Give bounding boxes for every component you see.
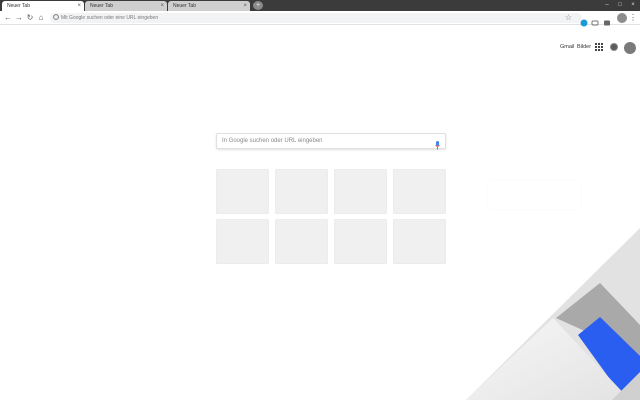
browser-window: Neuer Tab × Neuer Tab × Neuer Tab × + – … [0, 0, 640, 400]
extension-blue-icon[interactable] [580, 14, 588, 27]
background-card [488, 181, 580, 209]
address-bar-placeholder: Mit Google suchen oder eine URL eingeben [61, 15, 159, 21]
shortcut-tile[interactable] [334, 169, 387, 214]
extension-dark-icon[interactable] [603, 14, 611, 26]
shortcut-tiles [216, 169, 446, 264]
address-bar[interactable]: Mit Google suchen oder eine URL eingeben… [50, 13, 582, 23]
back-arrow-icon[interactable]: ← [3, 13, 13, 23]
shortcut-tile[interactable] [216, 219, 269, 264]
search-input[interactable]: In Google suchen oder URL eingeben [216, 133, 446, 150]
shortcut-tile[interactable] [216, 169, 269, 214]
tab-new-tab-2[interactable]: Neuer Tab × [85, 1, 167, 11]
minimize-button[interactable]: – [602, 1, 612, 10]
tab-label: Neuer Tab [90, 3, 113, 9]
tab-close-icon[interactable]: × [160, 3, 164, 9]
home-icon[interactable]: ⌂ [36, 13, 46, 23]
shortcut-tile[interactable] [275, 219, 328, 264]
close-window-button[interactable]: × [628, 1, 638, 10]
shortcut-tile[interactable] [275, 169, 328, 214]
gmail-link[interactable]: Gmail [560, 44, 574, 51]
forward-arrow-icon[interactable]: → [14, 13, 24, 23]
shortcut-tile[interactable] [334, 219, 387, 264]
tab-label: Neuer Tab [173, 3, 196, 9]
extension-grey-icon[interactable] [591, 14, 599, 26]
tab-new-tab-3[interactable]: Neuer Tab × [168, 1, 250, 11]
bookmark-star-icon[interactable]: ☆ [565, 13, 572, 23]
maximize-button[interactable]: □ [615, 1, 625, 10]
tab-strip: Neuer Tab × Neuer Tab × Neuer Tab × + – … [0, 0, 640, 11]
google-apps-icon[interactable] [595, 43, 603, 51]
notifications-icon[interactable] [610, 43, 618, 51]
tab-new-tab-1[interactable]: Neuer Tab × [2, 1, 84, 11]
tab-label: Neuer Tab [7, 3, 30, 9]
new-tab-button[interactable]: + [253, 1, 263, 10]
shortcut-tile[interactable] [393, 219, 446, 264]
account-avatar[interactable] [624, 42, 636, 54]
shortcut-tile[interactable] [393, 169, 446, 214]
profile-avatar[interactable] [617, 13, 627, 23]
reload-icon[interactable]: ↻ [25, 13, 35, 23]
browser-menu-icon[interactable]: ⋮ [629, 12, 637, 24]
images-link[interactable]: Bilder [577, 44, 591, 51]
microphone-icon[interactable] [435, 137, 440, 150]
google-g-icon [53, 14, 59, 23]
search-placeholder: In Google suchen oder URL eingeben [222, 138, 323, 144]
tab-close-icon[interactable]: × [243, 3, 247, 9]
tab-close-icon[interactable]: × [77, 3, 81, 9]
toolbar: ← → ↻ ⌂ Mit Google suchen oder eine URL … [0, 11, 640, 27]
